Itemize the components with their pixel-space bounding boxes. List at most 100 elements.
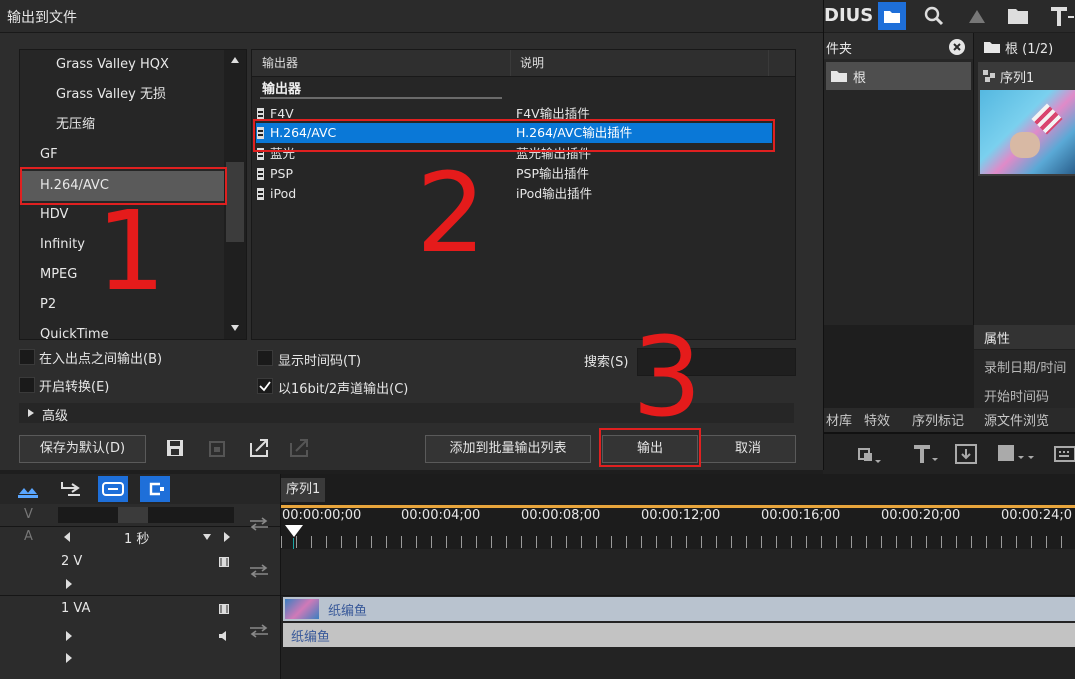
delete-preset-icon[interactable] — [206, 437, 228, 459]
timecode-20: 00:00:20;00 — [881, 508, 961, 523]
bin-path: 根 (1/2) — [1005, 42, 1054, 57]
track-2v-film-icon[interactable] — [218, 556, 230, 568]
export-preset-icon[interactable] — [288, 435, 312, 459]
audio-tool-icon[interactable] — [954, 442, 980, 466]
save-icon[interactable] — [164, 437, 186, 459]
up-arrow-icon[interactable] — [966, 5, 988, 27]
format-item-uncompressed[interactable]: 无压缩 — [56, 112, 95, 138]
format-item-grass-valley-hqx[interactable]: Grass Valley HQX — [56, 52, 169, 78]
tab-sequence-markers[interactable]: 序列标记 — [912, 410, 964, 429]
sequence-label: 序列1 — [1000, 71, 1035, 86]
track-2v-label: 2 V — [61, 554, 83, 569]
track-1va-expand-audio-icon[interactable] — [64, 652, 74, 664]
16bit-checkbox[interactable] — [257, 378, 273, 394]
convert-checkbox[interactable] — [19, 377, 35, 393]
exporter-desc: PSP输出插件 — [516, 166, 590, 181]
film-icon — [257, 148, 264, 160]
tab-library[interactable]: 材库 — [826, 410, 852, 429]
format-list-scroll-thumb[interactable] — [226, 162, 244, 242]
track-1va-expand-video-icon[interactable] — [64, 630, 74, 642]
exporter-row-ipod[interactable]: iPod iPod输出插件 — [256, 184, 772, 204]
format-item-grass-valley-lossless[interactable]: Grass Valley 无损 — [56, 82, 166, 108]
bin-sequence-item[interactable]: 序列1 — [978, 62, 1075, 176]
exporter-name: iPod — [270, 186, 297, 201]
exporter-desc: 蓝光输出插件 — [516, 146, 592, 161]
timecode-checkbox[interactable] — [257, 350, 273, 366]
convert-label[interactable]: 开启转换(E) — [39, 376, 109, 395]
audio-clip[interactable]: 纸编鱼 — [283, 623, 1075, 647]
advanced-label[interactable]: 高级 — [42, 405, 68, 424]
swap-icon[interactable] — [248, 516, 270, 532]
16bit-label[interactable]: 以16bit/2声道输出(C) — [278, 378, 408, 397]
format-list-scrollbar[interactable] — [224, 50, 246, 339]
zoom-slider-handle[interactable] — [118, 507, 148, 523]
tab-source-browser[interactable]: 源文件浏览 — [984, 410, 1049, 429]
exporter-desc: iPod输出插件 — [516, 186, 593, 201]
scroll-down-icon[interactable] — [230, 324, 240, 332]
transform-tool-icon[interactable] — [856, 444, 882, 466]
exporter-table: 输出器 说明 输出器 F4V F4V输出插件 H.264/AVC H.264/A… — [251, 49, 796, 340]
title-tool-icon[interactable] — [912, 442, 940, 466]
track-1va-header — [0, 596, 280, 679]
track-1va-swap-icon[interactable] — [248, 623, 270, 639]
exporter-row-h264[interactable]: H.264/AVC H.264/AVC输出插件 — [256, 123, 772, 143]
format-item-gf[interactable]: GF — [40, 142, 58, 168]
track-2v-swap-icon[interactable] — [248, 563, 270, 579]
inout-checkbox[interactable] — [19, 349, 35, 365]
header-description[interactable]: 说明 — [520, 50, 769, 76]
import-preset-icon[interactable] — [248, 435, 272, 459]
format-item-quicktime[interactable]: QuickTime — [40, 322, 109, 339]
timecode-0: 00:00:00;00 — [282, 508, 362, 523]
zoom-slider[interactable] — [58, 507, 234, 523]
track-1va-speaker-icon[interactable] — [218, 630, 230, 642]
folder-root-item[interactable]: 根 — [826, 62, 971, 90]
video-clip[interactable]: 纸编鱼 — [283, 597, 1075, 621]
format-item-hdv[interactable]: HDV — [40, 202, 68, 228]
timecode-label[interactable]: 显示时间码(T) — [278, 350, 361, 369]
scale-dropdown-icon[interactable] — [202, 532, 212, 542]
format-item-infinity[interactable]: Infinity — [40, 232, 85, 258]
open-folder-icon[interactable] — [1006, 4, 1032, 28]
cancel-button[interactable]: 取消 — [700, 435, 796, 463]
scale-value[interactable]: 1 秒 — [124, 528, 149, 547]
close-folder-panel-icon[interactable] — [949, 39, 965, 55]
folder-icon — [831, 71, 847, 82]
exporter-desc: F4V输出插件 — [516, 106, 590, 121]
exporter-name: PSP — [270, 166, 294, 181]
track-2v-header — [0, 549, 280, 596]
scale-prev-icon[interactable] — [62, 530, 72, 544]
search-icon[interactable] — [922, 4, 946, 28]
inout-label[interactable]: 在入出点之间输出(B) — [39, 348, 162, 367]
playhead-icon[interactable] — [284, 524, 304, 538]
keyboard-icon[interactable] — [1053, 444, 1075, 464]
tab-sequence1[interactable]: 序列1 — [281, 478, 326, 502]
format-item-p2[interactable]: P2 — [40, 292, 56, 318]
folder-root-label: 根 — [853, 71, 867, 86]
track-2v-lane[interactable] — [281, 549, 1075, 596]
scale-next-icon[interactable] — [222, 530, 232, 544]
snap-tool-icon[interactable] — [16, 478, 40, 500]
exporter-row-f4v[interactable]: F4V F4V输出插件 — [256, 104, 772, 124]
track-1va-film-icon[interactable] — [218, 603, 230, 615]
tab-effects[interactable]: 特效 — [864, 410, 890, 429]
exporter-row-psp[interactable]: PSP PSP输出插件 — [256, 164, 772, 184]
group-divider — [260, 97, 502, 99]
marker-tool-icon[interactable] — [996, 442, 1038, 466]
title-icon[interactable] — [1048, 3, 1075, 29]
sync-tool-icon[interactable] — [140, 476, 170, 502]
scroll-up-icon[interactable] — [230, 56, 240, 64]
format-item-mpeg[interactable]: MPEG — [40, 262, 77, 288]
track-2v-expand-icon[interactable] — [64, 578, 74, 590]
save-default-button[interactable]: 保存为默认(D) — [19, 435, 146, 463]
exporter-row-bluray[interactable]: 蓝光 蓝光输出插件 — [256, 144, 772, 164]
timecode-24: 00:00:24;0 — [1001, 508, 1073, 523]
folder-view-icon[interactable] — [878, 2, 906, 30]
advanced-expand-icon[interactable] — [27, 408, 35, 418]
header-exporter[interactable]: 输出器 — [262, 50, 511, 76]
link-tool-icon[interactable] — [98, 476, 128, 502]
add-to-batch-button[interactable]: 添加到批量输出列表 — [425, 435, 591, 463]
ripple-tool-icon[interactable] — [58, 478, 84, 500]
annotation-number-3: 3 — [632, 313, 702, 441]
exporter-name: F4V — [270, 106, 294, 121]
audio-clip-label: 纸编鱼 — [291, 630, 331, 645]
